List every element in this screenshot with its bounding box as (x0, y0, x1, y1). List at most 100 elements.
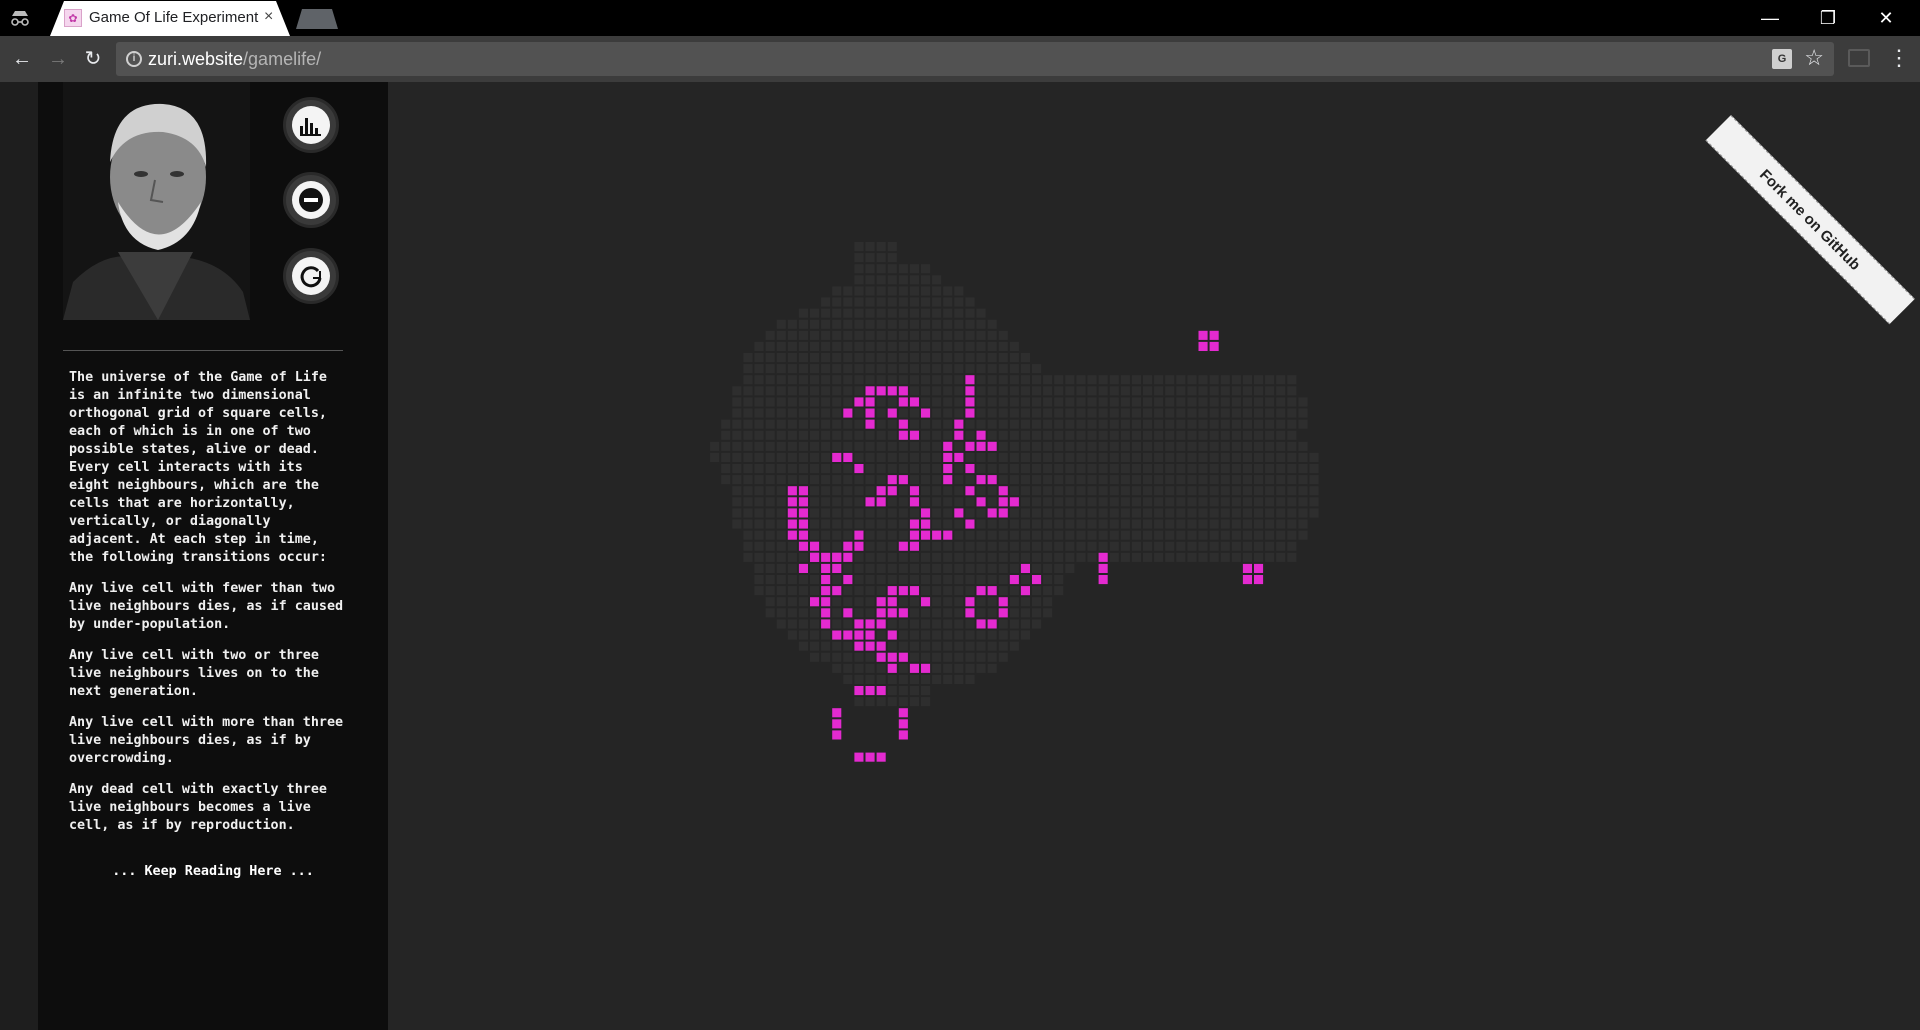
dead-cell[interactable] (754, 441, 764, 451)
dead-cell[interactable] (854, 608, 864, 618)
dead-cell[interactable] (1020, 530, 1030, 540)
dead-cell[interactable] (1287, 441, 1297, 451)
dead-cell[interactable] (965, 530, 975, 540)
dead-cell[interactable] (954, 619, 964, 629)
dead-cell[interactable] (965, 508, 975, 518)
dead-cell[interactable] (1220, 386, 1230, 396)
dead-cell[interactable] (943, 597, 953, 607)
dead-cell[interactable] (887, 530, 897, 540)
dead-cell[interactable] (1131, 386, 1141, 396)
dead-cell[interactable] (987, 419, 997, 429)
dead-cell[interactable] (1043, 508, 1053, 518)
dead-cell[interactable] (943, 541, 953, 551)
dead-cell[interactable] (843, 319, 853, 329)
dead-cell[interactable] (1276, 497, 1286, 507)
dead-cell[interactable] (765, 586, 775, 596)
dead-cell[interactable] (843, 286, 853, 296)
dead-cell[interactable] (1009, 597, 1019, 607)
dead-cell[interactable] (998, 397, 1008, 407)
dead-cell[interactable] (1009, 519, 1019, 529)
dead-cell[interactable] (1120, 408, 1130, 418)
dead-cell[interactable] (810, 519, 820, 529)
dead-cell[interactable] (1231, 375, 1241, 385)
live-cell[interactable] (998, 508, 1008, 518)
dead-cell[interactable] (1176, 386, 1186, 396)
dead-cell[interactable] (1131, 408, 1141, 418)
dead-cell[interactable] (943, 519, 953, 529)
dead-cell[interactable] (865, 441, 875, 451)
dead-cell[interactable] (1131, 486, 1141, 496)
dead-cell[interactable] (754, 408, 764, 418)
dead-cell[interactable] (1276, 475, 1286, 485)
dead-cell[interactable] (1187, 552, 1197, 562)
dead-cell[interactable] (932, 519, 942, 529)
dead-cell[interactable] (1176, 397, 1186, 407)
dead-cell[interactable] (832, 353, 842, 363)
dead-cell[interactable] (1287, 375, 1297, 385)
dead-cell[interactable] (810, 308, 820, 318)
dead-cell[interactable] (1298, 408, 1308, 418)
dead-cell[interactable] (954, 541, 964, 551)
live-cell[interactable] (843, 575, 853, 585)
dead-cell[interactable] (932, 541, 942, 551)
dead-cell[interactable] (1231, 464, 1241, 474)
dead-cell[interactable] (998, 386, 1008, 396)
dead-cell[interactable] (954, 519, 964, 529)
dead-cell[interactable] (810, 364, 820, 374)
dead-cell[interactable] (1287, 464, 1297, 474)
dead-cell[interactable] (1231, 419, 1241, 429)
live-cell[interactable] (965, 386, 975, 396)
dead-cell[interactable] (832, 486, 842, 496)
dead-cell[interactable] (832, 641, 842, 651)
dead-cell[interactable] (1054, 575, 1064, 585)
dead-cell[interactable] (1220, 552, 1230, 562)
dead-cell[interactable] (898, 697, 908, 707)
dead-cell[interactable] (732, 508, 742, 518)
dead-cell[interactable] (1109, 475, 1119, 485)
live-cell[interactable] (998, 608, 1008, 618)
live-cell[interactable] (876, 686, 886, 696)
live-cell[interactable] (865, 641, 875, 651)
dead-cell[interactable] (876, 319, 886, 329)
live-cell[interactable] (821, 575, 831, 585)
dead-cell[interactable] (921, 364, 931, 374)
dead-cell[interactable] (843, 441, 853, 451)
dead-cell[interactable] (943, 663, 953, 673)
dead-cell[interactable] (798, 330, 808, 340)
dead-cell[interactable] (1187, 397, 1197, 407)
dead-cell[interactable] (843, 297, 853, 307)
dead-cell[interactable] (1043, 519, 1053, 529)
dead-cell[interactable] (787, 597, 797, 607)
live-cell[interactable] (798, 563, 808, 573)
dead-cell[interactable] (765, 508, 775, 518)
dead-cell[interactable] (1220, 419, 1230, 429)
dead-cell[interactable] (765, 452, 775, 462)
dead-cell[interactable] (987, 497, 997, 507)
dead-cell[interactable] (721, 419, 731, 429)
dead-cell[interactable] (810, 586, 820, 596)
dead-cell[interactable] (743, 353, 753, 363)
dead-cell[interactable] (909, 452, 919, 462)
dead-cell[interactable] (798, 608, 808, 618)
dead-cell[interactable] (921, 386, 931, 396)
live-cell[interactable] (887, 475, 897, 485)
live-cell[interactable] (898, 397, 908, 407)
dead-cell[interactable] (1287, 452, 1297, 462)
dead-cell[interactable] (1009, 619, 1019, 629)
dead-cell[interactable] (854, 275, 864, 285)
live-cell[interactable] (943, 530, 953, 540)
dead-cell[interactable] (798, 408, 808, 418)
dead-cell[interactable] (854, 364, 864, 374)
dead-cell[interactable] (1309, 508, 1319, 518)
dead-cell[interactable] (921, 353, 931, 363)
dead-cell[interactable] (1231, 486, 1241, 496)
dead-cell[interactable] (932, 441, 942, 451)
dead-cell[interactable] (1054, 486, 1064, 496)
dead-cell[interactable] (743, 441, 753, 451)
dead-cell[interactable] (1032, 375, 1042, 385)
dead-cell[interactable] (898, 663, 908, 673)
dead-cell[interactable] (787, 353, 797, 363)
dead-cell[interactable] (710, 452, 720, 462)
dead-cell[interactable] (976, 575, 986, 585)
dead-cell[interactable] (954, 330, 964, 340)
